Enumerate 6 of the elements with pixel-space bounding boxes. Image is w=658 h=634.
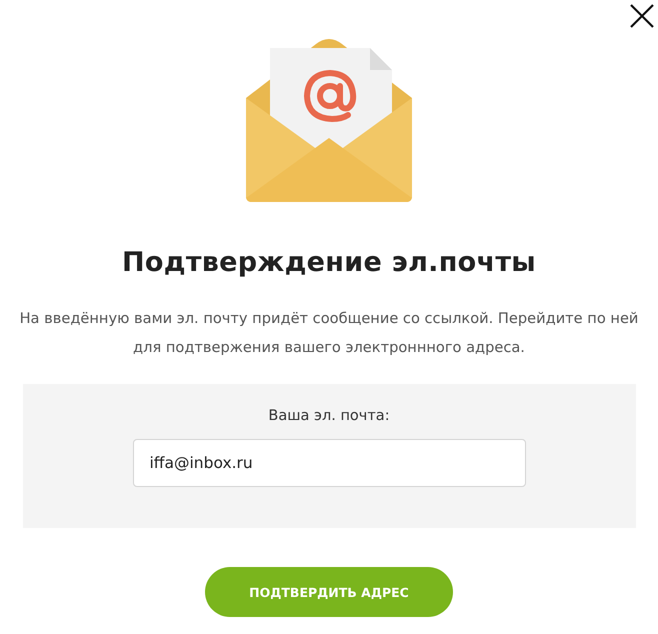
dialog-title: Подтверждение эл.почты xyxy=(122,247,536,278)
description-text: На введённую вами эл. почту придёт сообщение со ссылкой. Перейдите по ней для подтвержения вашего электроннного адреса. xyxy=(19,309,639,358)
field-label: Ваша эл. почта: xyxy=(268,408,390,424)
close-icon xyxy=(629,3,655,29)
email-field[interactable]: iffa@inbox.ru xyxy=(132,439,526,487)
close-button[interactable] xyxy=(629,3,655,29)
